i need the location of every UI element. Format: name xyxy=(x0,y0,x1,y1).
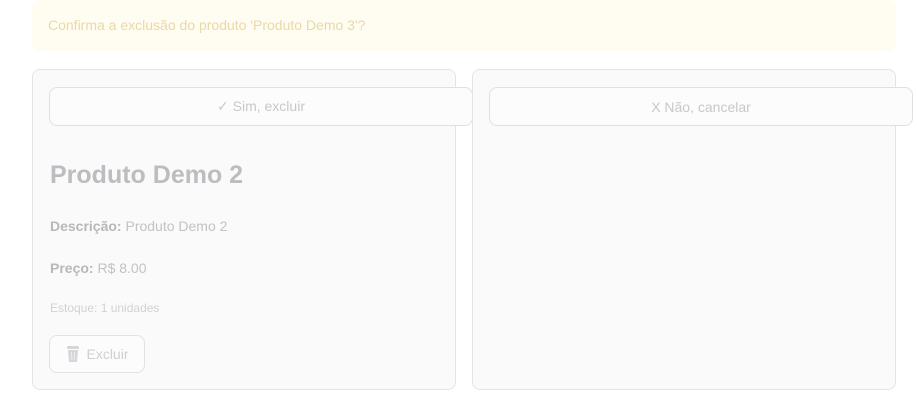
page-root: Confirma a exclusão do produto 'Produto … xyxy=(0,0,917,402)
confirm-column-right: X Não, cancelar xyxy=(472,69,913,390)
confirm-column-left: ✓ Sim, excluir Produto Demo 2 Descrição:… xyxy=(32,69,473,390)
product-title: Produto Demo 2 xyxy=(50,161,244,189)
product-description: Descrição: Produto Demo 2 xyxy=(50,218,227,234)
description-value: Produto Demo 2 xyxy=(125,218,228,234)
cancel-delete-button[interactable]: X Não, cancelar xyxy=(489,87,913,126)
confirm-delete-button[interactable]: ✓ Sim, excluir xyxy=(49,87,473,126)
alert-message: Confirma a exclusão do produto 'Produto … xyxy=(48,17,366,33)
confirm-delete-alert: Confirma a exclusão do produto 'Produto … xyxy=(32,0,896,51)
delete-label: Excluir xyxy=(86,346,129,362)
price-label: Preço: xyxy=(50,260,94,276)
confirm-delete-label: ✓ Sim, excluir xyxy=(217,98,305,114)
product-price: Preço: R$ 8.00 xyxy=(50,260,147,276)
description-label: Descrição: xyxy=(50,218,122,234)
price-value: R$ 8.00 xyxy=(97,260,147,276)
product-stock: Estoque: 1 unidades xyxy=(50,301,160,315)
cancel-delete-label: X Não, cancelar xyxy=(651,98,751,115)
delete-product-button[interactable]: Excluir xyxy=(49,335,145,373)
trash-icon xyxy=(65,345,81,363)
